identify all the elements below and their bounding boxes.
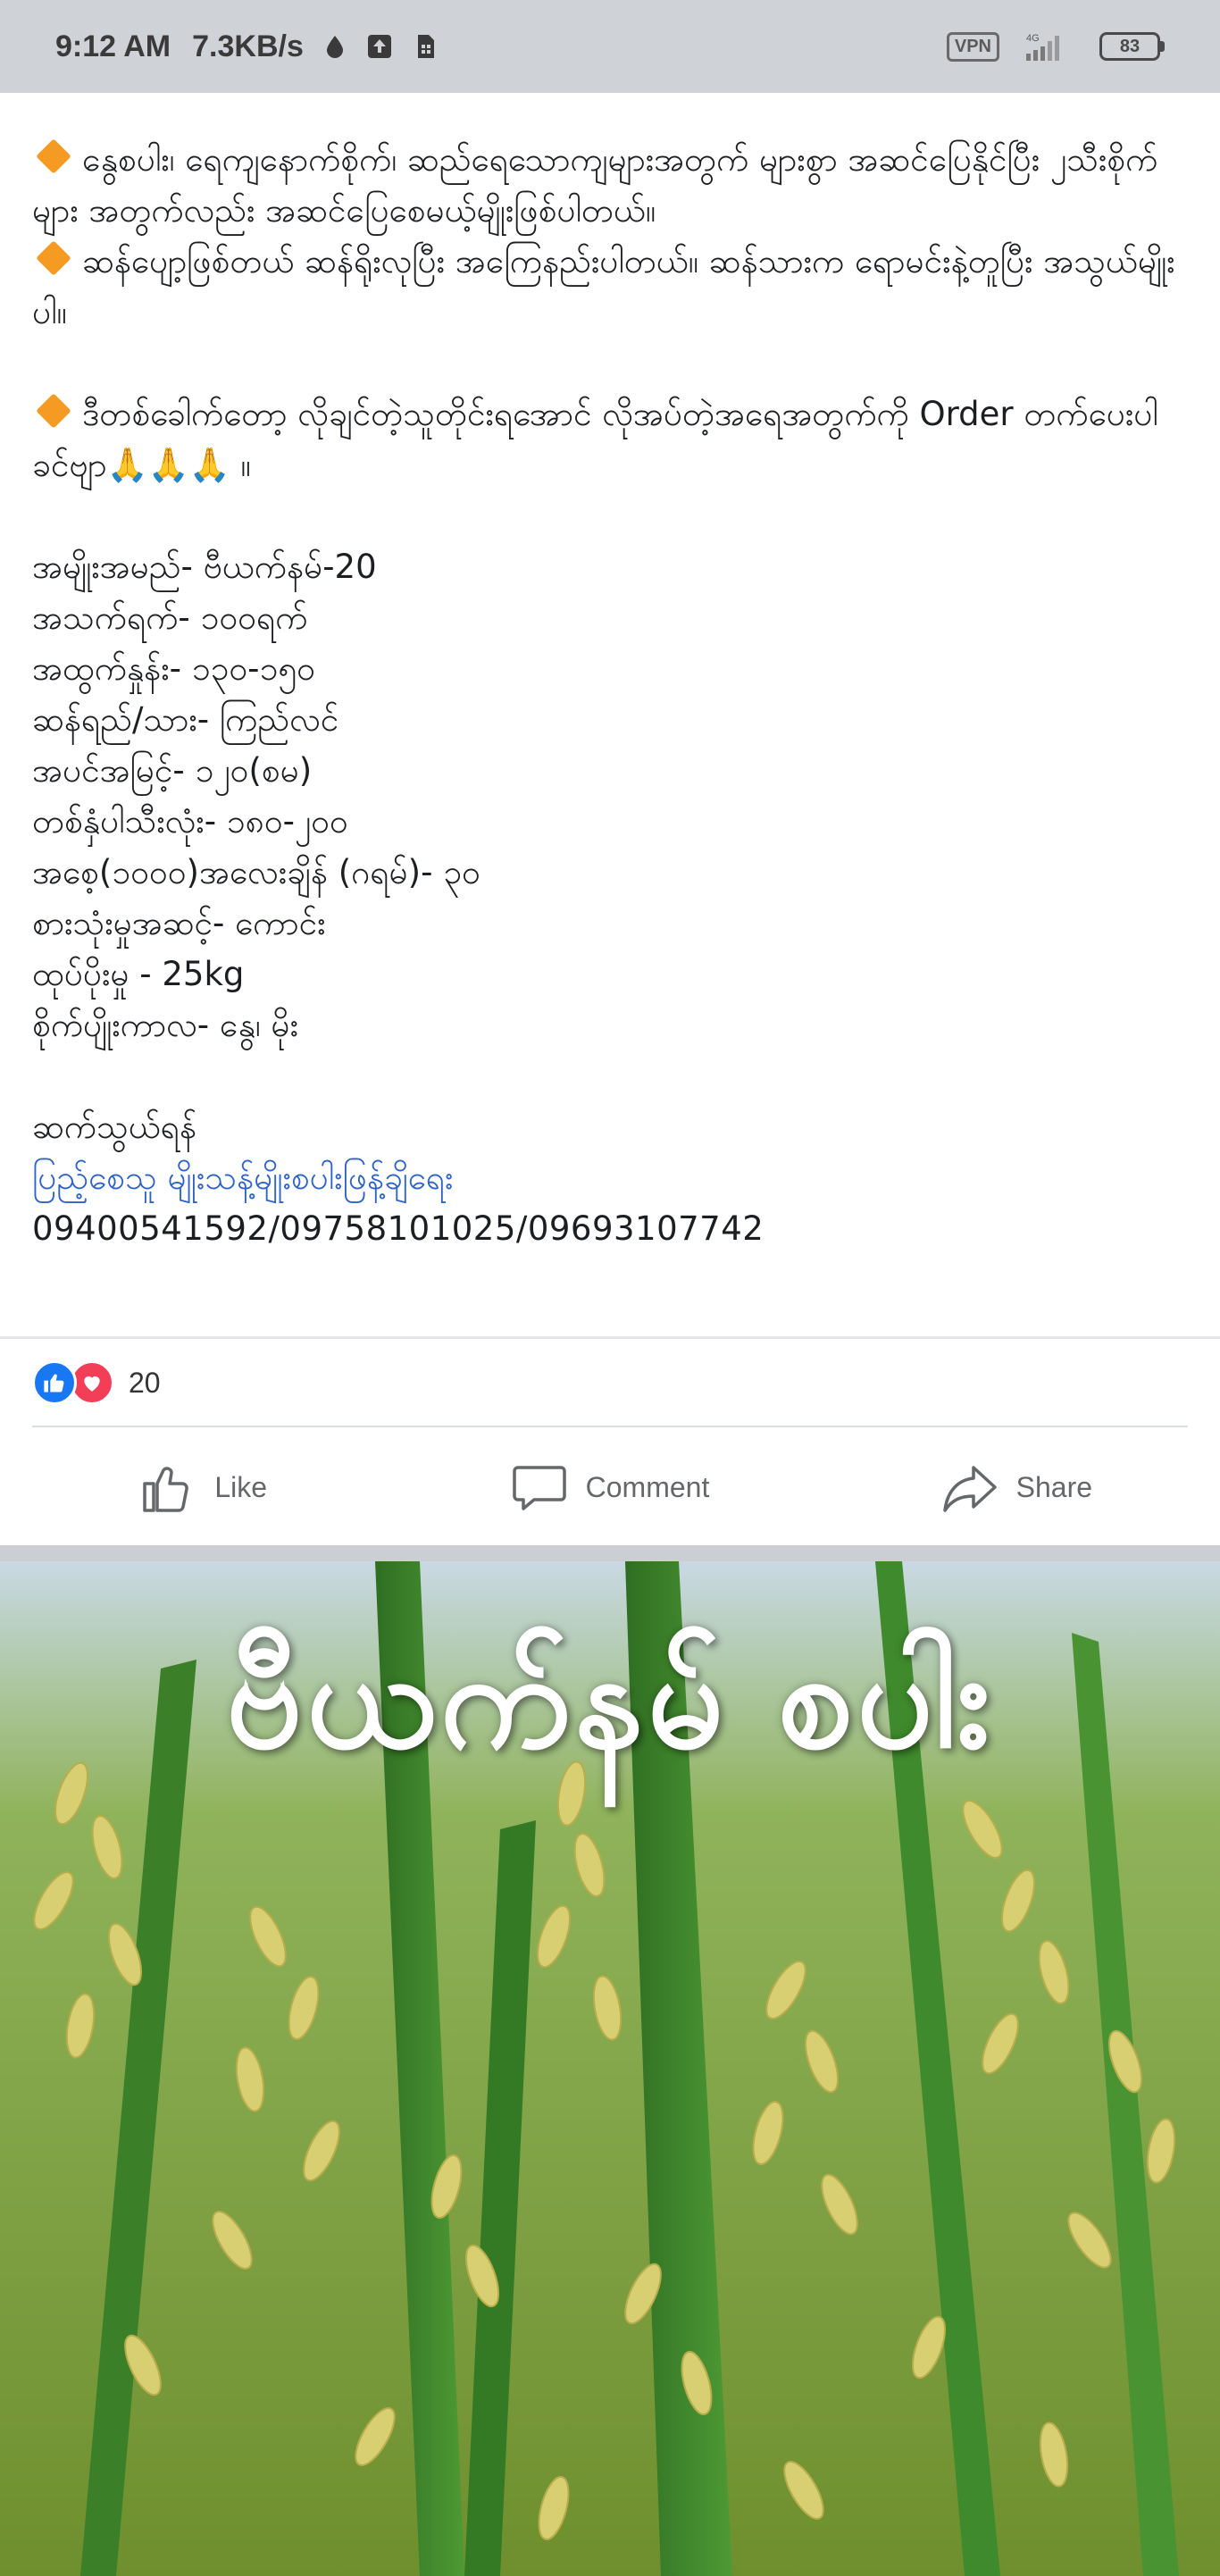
spec-line: ထုပ်ပိုးမှု - 25kg: [32, 955, 245, 993]
sim-card-icon: [417, 35, 434, 58]
upload-icon: [367, 35, 391, 58]
status-time: 9:12 AM: [55, 29, 171, 63]
thumbs-up-icon: [143, 1467, 189, 1512]
reactions-summary[interactable]: 20: [32, 1358, 161, 1408]
share-button[interactable]: Share: [814, 1459, 1220, 1516]
feed-separator: [0, 1545, 1220, 1561]
status-bar: 9:12 AM 7.3KB/s VPN 4G 83: [0, 0, 1220, 93]
page-link[interactable]: ပြည့်စေသူ မျိုးသန့်မျိုးစပါးဖြန့်ချိရေး: [32, 1158, 453, 1197]
orange-diamond-icon: [36, 393, 71, 429]
post-text-1: နွေစပါး၊ ရေကျနောက်စိုက်၊ ဆည်ရေသောကျများအ…: [32, 140, 1158, 230]
like-button[interactable]: Like: [0, 1459, 406, 1516]
vpn-badge: VPN: [946, 31, 999, 62]
spec-line: အပင်အမြင့်- ၁၂၀(စမ): [32, 751, 313, 790]
spec-line: စားသုံးမှုအဆင့်- ကောင်း: [32, 904, 326, 942]
post-photo[interactable]: ဗီယက်နမ် စပါး: [0, 1561, 1220, 2576]
spec-line: တစ်နှံပါသီးလုံး- ၁၈၀-၂၀၀: [32, 802, 348, 841]
divider: [32, 1426, 1188, 1427]
orange-diamond-icon: [36, 240, 71, 276]
data-saver-icon: [326, 36, 343, 58]
post-actions: Like Comment Share: [0, 1438, 1220, 1536]
post-paragraph-3: ဒီတစ်ခေါက်တော့ လိုချင်တဲ့သူတိုင်းရအောင် …: [32, 389, 1193, 439]
like-reaction-icon: [32, 1360, 77, 1405]
comment-button[interactable]: Comment: [406, 1459, 813, 1516]
spec-line: အမျိုးအမည်- ဗီယက်နမ်-20: [32, 548, 377, 586]
divider: [0, 1336, 1220, 1339]
spec-line: အစေ့(၁၀၀၀)အလေးချိန် (ဂရမ်)- ၃၀: [32, 853, 480, 891]
post-text-4: ခင်ဗျာ🙏🙏🙏 ။: [32, 446, 251, 484]
network-type: 4G: [1026, 33, 1040, 44]
share-label: Share: [1015, 1470, 1093, 1503]
status-right: VPN 4G 83: [946, 30, 1165, 63]
phone-numbers[interactable]: 09400541592/09758101025/09693107742: [32, 1203, 1193, 1254]
spec-line: အထွက်နှုန်း- ၁၃၀-၁၅၀: [32, 649, 315, 688]
reaction-count: 20: [129, 1366, 161, 1399]
battery-icon: 83: [1099, 32, 1165, 61]
signal-icon: 4G: [1026, 33, 1059, 61]
post-paragraph-2: ဆန်ပျော့ဖြစ်တယ် ဆန်ရိုးလုပြီး အကြေနည်းပါ…: [32, 236, 1193, 338]
orange-diamond-icon: [36, 138, 71, 174]
like-label: Like: [214, 1470, 268, 1503]
post-text-2: ဆန်ပျော့ဖြစ်တယ် ဆန်ရိုးလုပြီး အကြေနည်းပါ…: [32, 242, 1175, 331]
post-text-3: ဒီတစ်ခေါက်တော့ လိုချင်တဲ့သူတိုင်းရအောင် …: [82, 395, 1158, 433]
spec-line: အသက်ရက်- ၁၀၀ရက်: [32, 598, 308, 637]
photo-overlay-text: ဗီယက်နမ် စပါး: [226, 1623, 994, 1778]
battery-level: 83: [1099, 32, 1160, 61]
post-body: နွေစပါး၊ ရေကျနောက်စိုက်၊ ဆည်ရေသောကျများအ…: [32, 134, 1193, 1254]
share-arrow-icon: [942, 1466, 997, 1512]
status-left: 9:12 AM 7.3KB/s: [55, 29, 438, 64]
spec-line: စိုက်ပျိုးကာလ- နွေ၊ မိုး: [32, 1006, 298, 1044]
comment-icon: [512, 1466, 566, 1510]
comment-label: Comment: [585, 1470, 710, 1503]
spec-line: ဆန်ရည်/သား- ကြည်လင်: [32, 700, 339, 739]
network-speed: 7.3KB/s: [192, 29, 304, 63]
contact-label: ဆက်သွယ်ရန်: [32, 1108, 197, 1146]
post-paragraph-1: နွေစပါး၊ ရေကျနောက်စိုက်၊ ဆည်ရေသောကျများအ…: [32, 134, 1193, 236]
